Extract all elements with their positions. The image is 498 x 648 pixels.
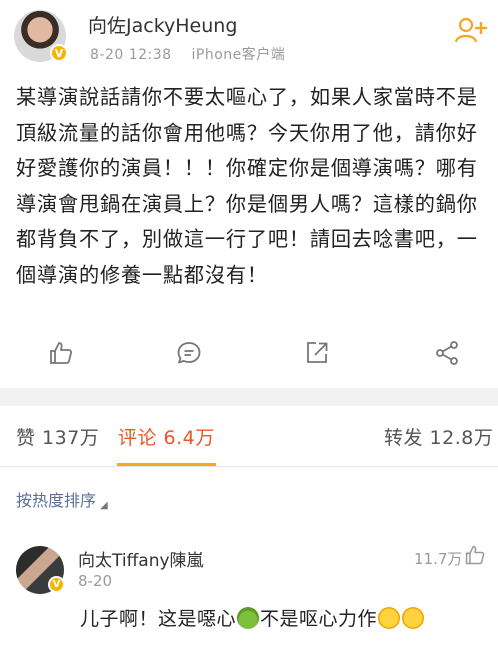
comment-text-part2: 不是呕心力作 [260, 608, 378, 630]
share-icon[interactable] [434, 340, 460, 366]
author-username[interactable]: 向佐JackyHeung [88, 11, 237, 38]
tab-reposts[interactable]: 转发 12.8万 [384, 423, 493, 450]
caret-down-icon: ◢ [100, 500, 108, 511]
comment-like-count: 11.7万 [414, 550, 463, 568]
comment-text-part1: 儿子啊！这是噁心 [80, 608, 237, 630]
sick-emoji-icon [237, 607, 260, 629]
post-header: V 向佐JackyHeung 8-20 12:38 iPhone客户端 [0, 0, 498, 72]
laughing-emoji-icon [402, 607, 425, 629]
post-meta: 8-20 12:38 iPhone客户端 [90, 44, 285, 64]
tab-comments[interactable]: 评论 6.4万 [118, 423, 215, 450]
section-divider [0, 388, 498, 406]
post-action-bar [0, 330, 498, 380]
thumbs-up-icon[interactable] [48, 340, 74, 366]
comment-text: 儿子啊！这是噁心 不是呕心力作 [80, 604, 425, 631]
interaction-tabs: 赞 137万 评论 6.4万 转发 12.8万 [0, 406, 498, 467]
laughing-emoji-icon [378, 607, 401, 629]
comment-icon[interactable] [176, 340, 202, 366]
post-text: 某導演說話請你不要太嘔心了，如果人家當時不是頂級流量的話你會用他嗎？今天你用了他… [16, 85, 478, 287]
verified-badge-icon: V [48, 576, 65, 593]
sort-label: 按热度排序 [16, 491, 97, 510]
post-source: iPhone客户端 [191, 47, 286, 63]
follow-add-icon[interactable] [454, 16, 488, 44]
comment-time: 8-20 [78, 572, 113, 590]
repost-icon[interactable] [304, 340, 330, 366]
sort-selector[interactable]: 按热度排序 ◢ [16, 487, 108, 511]
post-time: 8-20 12:38 [90, 47, 172, 63]
commenter-username[interactable]: 向太Tiffany陳嵐 [78, 546, 204, 571]
active-tab-indicator [117, 463, 216, 466]
comment-item: V 向太Tiffany陳嵐 8-20 11.7万 儿子啊！这是噁心 不是呕心力作 [0, 532, 498, 648]
tab-likes[interactable]: 赞 137万 [16, 423, 99, 450]
thumbs-up-icon[interactable] [464, 544, 486, 566]
verified-badge-icon: V [50, 44, 68, 62]
